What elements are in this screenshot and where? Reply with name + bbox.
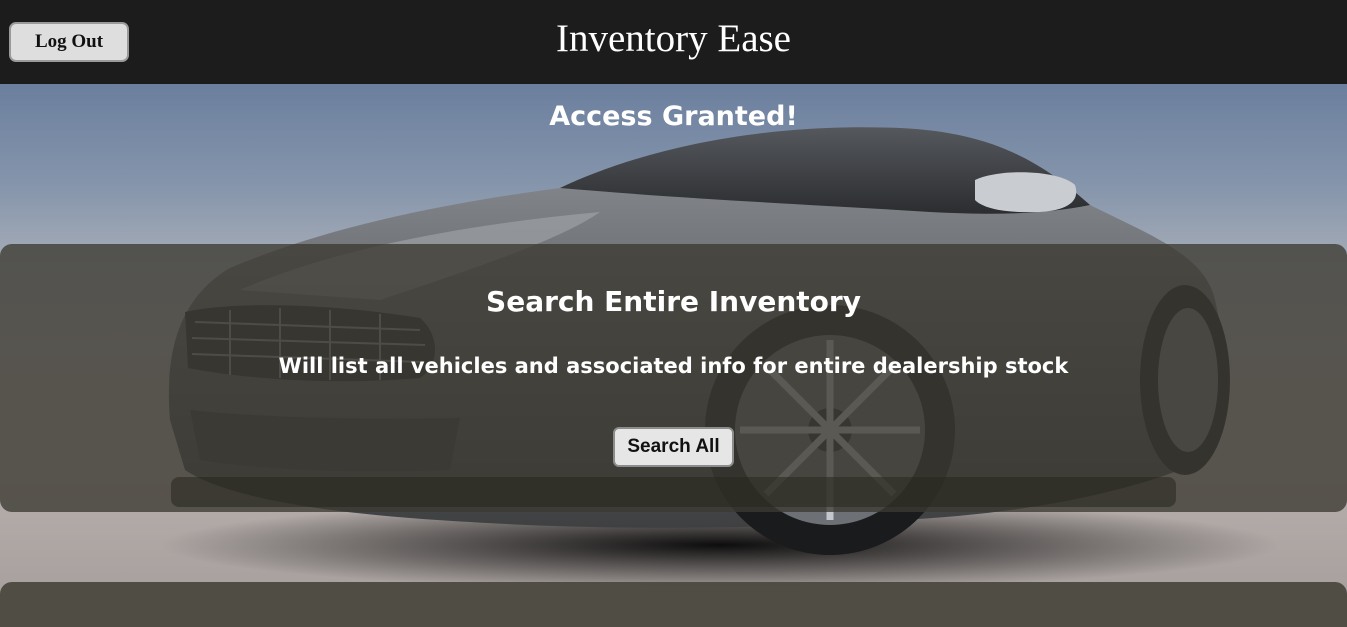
app-title: Inventory Ease — [556, 17, 791, 60]
search-inventory-panel: Search Entire Inventory Will list all ve… — [0, 244, 1347, 512]
search-results-area — [171, 477, 1176, 507]
access-granted-message: Access Granted! — [549, 101, 798, 132]
top-bar: Log Out Inventory Ease — [0, 0, 1347, 84]
panel-heading: Search Entire Inventory — [486, 285, 861, 318]
panel-description: Will list all vehicles and associated in… — [278, 354, 1069, 378]
next-panel — [0, 582, 1347, 627]
search-all-button[interactable]: Search All — [613, 427, 734, 467]
